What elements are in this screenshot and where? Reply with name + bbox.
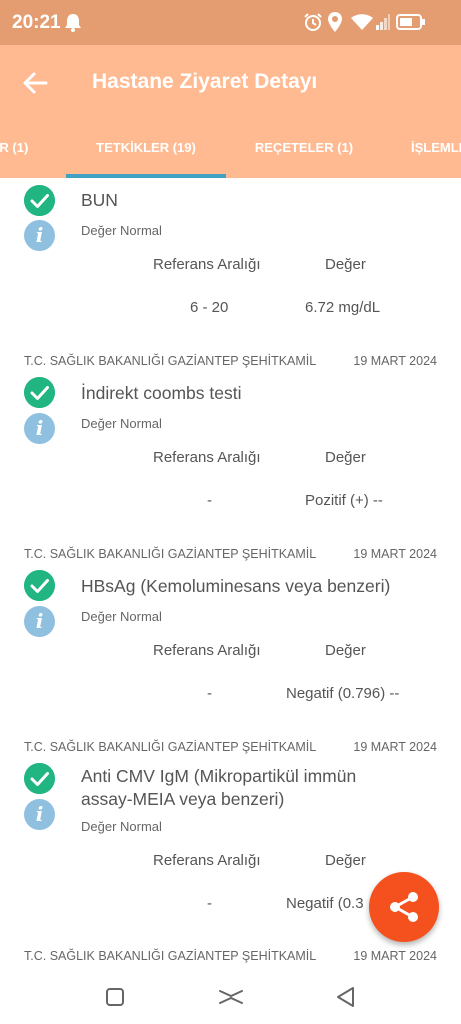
check-circle-icon: [24, 377, 55, 408]
list-item[interactable]: T.C. SAĞLIK BAKANLIĞI GAZİANTEP ŞEHİTKAM…: [0, 354, 461, 554]
list-item[interactable]: T.C. SAĞLIK BAKANLIĞI GAZİANTEP ŞEHİTKAM…: [0, 547, 461, 747]
reference-header: Referans Aralığı: [153, 256, 261, 273]
test-date: 19 MART 2024: [353, 740, 437, 754]
info-icon[interactable]: i: [24, 413, 55, 444]
back-arrow-icon[interactable]: [20, 67, 52, 99]
institution-name: T.C. SAĞLIK BAKANLIĞI GAZİANTEP ŞEHİTKAM…: [24, 547, 317, 561]
tab-islemler[interactable]: İŞLEMLE: [411, 120, 461, 178]
value-header: Değer: [325, 852, 366, 869]
result-value: Pozitif (+) --: [305, 492, 383, 509]
result-value: Negatif (0.796) --: [286, 685, 400, 702]
back-triangle-icon[interactable]: [329, 980, 363, 1014]
share-button[interactable]: [369, 872, 439, 942]
system-nav-bar: [0, 970, 461, 1024]
check-circle-icon: [24, 763, 55, 794]
status-label: Değer Normal: [81, 223, 162, 238]
recents-square-icon[interactable]: [98, 980, 132, 1014]
status-label: Değer Normal: [81, 819, 162, 834]
info-icon[interactable]: i: [24, 606, 55, 637]
test-name: HBsAg (Kemoluminesans veya benzeri): [81, 576, 391, 596]
reference-value: 6 - 20: [190, 299, 229, 316]
app-bar: Hastane Ziyaret Detayı: [0, 45, 461, 120]
list-item[interactable]: BUN i Değer Normal Referans Aralığı Değe…: [0, 178, 461, 316]
tab-receteler[interactable]: REÇETELER (1): [226, 120, 382, 178]
value-header: Değer: [325, 256, 366, 273]
institution-name: T.C. SAĞLIK BAKANLIĞI GAZİANTEP ŞEHİTKAM…: [24, 949, 317, 963]
institution-name: T.C. SAĞLIK BAKANLIĞI GAZİANTEP ŞEHİTKAM…: [24, 740, 317, 754]
info-icon[interactable]: i: [24, 799, 55, 830]
share-icon: [390, 892, 418, 922]
home-icon[interactable]: [214, 980, 248, 1014]
reference-header: Referans Aralığı: [153, 449, 261, 466]
test-name: Anti CMV IgM (Mikropartikül immün assay-…: [81, 766, 357, 809]
page-title: Hastane Ziyaret Detayı: [92, 70, 318, 93]
tab-bar: AR (1) TETKİKLER (19) REÇETELER (1) İŞLE…: [0, 120, 461, 178]
status-time: 20:21: [12, 12, 61, 33]
result-value: Negatif (0.3: [286, 895, 364, 912]
item-meta: T.C. SAĞLIK BAKANLIĞI GAZİANTEP ŞEHİTKAM…: [24, 547, 437, 563]
status-label: Değer Normal: [81, 416, 162, 431]
wifi-icon: [351, 14, 373, 30]
location-icon: [328, 12, 342, 32]
status-bar: 20:21: [0, 0, 461, 45]
check-circle-icon: [24, 570, 55, 601]
test-date: 19 MART 2024: [353, 354, 437, 368]
info-icon[interactable]: i: [24, 220, 55, 251]
reference-value: -: [207, 895, 212, 912]
signal-icon: [376, 14, 390, 30]
result-value: 6.72 mg/dL: [305, 299, 381, 316]
value-header: Değer: [325, 449, 366, 466]
status-label: Değer Normal: [81, 609, 162, 624]
item-meta: T.C. SAĞLIK BAKANLIĞI GAZİANTEP ŞEHİTKAM…: [24, 354, 437, 370]
test-name: BUN: [81, 190, 118, 210]
test-name: İndirekt coombs testi: [81, 383, 242, 403]
reference-header: Referans Aralığı: [153, 852, 261, 869]
reference-value: -: [207, 492, 212, 509]
reference-value: -: [207, 685, 212, 702]
item-meta: T.C. SAĞLIK BAKANLIĞI GAZİANTEP ŞEHİTKAM…: [24, 949, 437, 965]
item-meta: T.C. SAĞLIK BAKANLIĞI GAZİANTEP ŞEHİTKAM…: [24, 740, 437, 756]
list-item[interactable]: T.C. SAĞLIK BAKANLIĞI GAZİANTEP ŞEHİTKAM…: [0, 949, 461, 970]
alarm-icon: [304, 13, 322, 31]
test-list[interactable]: BUN i Değer Normal Referans Aralığı Değe…: [0, 178, 461, 970]
test-date: 19 MART 2024: [353, 949, 437, 963]
value-header: Değer: [325, 642, 366, 659]
institution-name: T.C. SAĞLIK BAKANLIĞI GAZİANTEP ŞEHİTKAM…: [24, 354, 317, 368]
reference-header: Referans Aralığı: [153, 642, 261, 659]
check-circle-icon: [24, 185, 55, 216]
tab-tetkikler[interactable]: TETKİKLER (19): [66, 120, 226, 178]
test-date: 19 MART 2024: [353, 547, 437, 561]
tab-previous[interactable]: AR (1): [0, 120, 50, 178]
notification-bell-icon: [65, 14, 81, 32]
battery-icon: [396, 14, 425, 30]
